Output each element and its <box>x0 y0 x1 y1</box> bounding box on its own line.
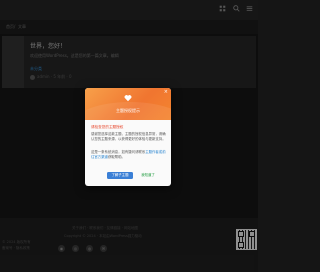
license-notice-modal: × 主题授权提示 请检查您的主题授权 感谢您选择这款主题，主题的授权信息异常，请… <box>85 88 171 186</box>
modal-header: × 主题授权提示 <box>85 88 171 142</box>
notice-paragraph-2: 这是一条系统消息，如有疑问请联系主题作者或前往官方渠道获取帮助。 <box>91 150 167 159</box>
close-icon[interactable]: × <box>164 90 168 95</box>
heart-icon <box>124 95 132 102</box>
learn-child-theme-button[interactable]: 了解子主题 <box>107 172 133 179</box>
notice-heading: 请检查您的主题授权 <box>91 125 124 129</box>
notice-paragraph-2-suffix: 获取帮助。 <box>107 154 125 159</box>
notice-paragraph-1: 感谢您选择这款主题，主题的授权信息异常，请确认您的主题来源，以获得更好的体验与更… <box>91 132 166 141</box>
modal-title: 主题授权提示 <box>116 108 140 113</box>
dismiss-button[interactable]: 我知道了 <box>137 172 159 179</box>
notice-paragraph-2-prefix: 这是一条系统消息，如有疑问请联系 <box>91 150 146 154</box>
